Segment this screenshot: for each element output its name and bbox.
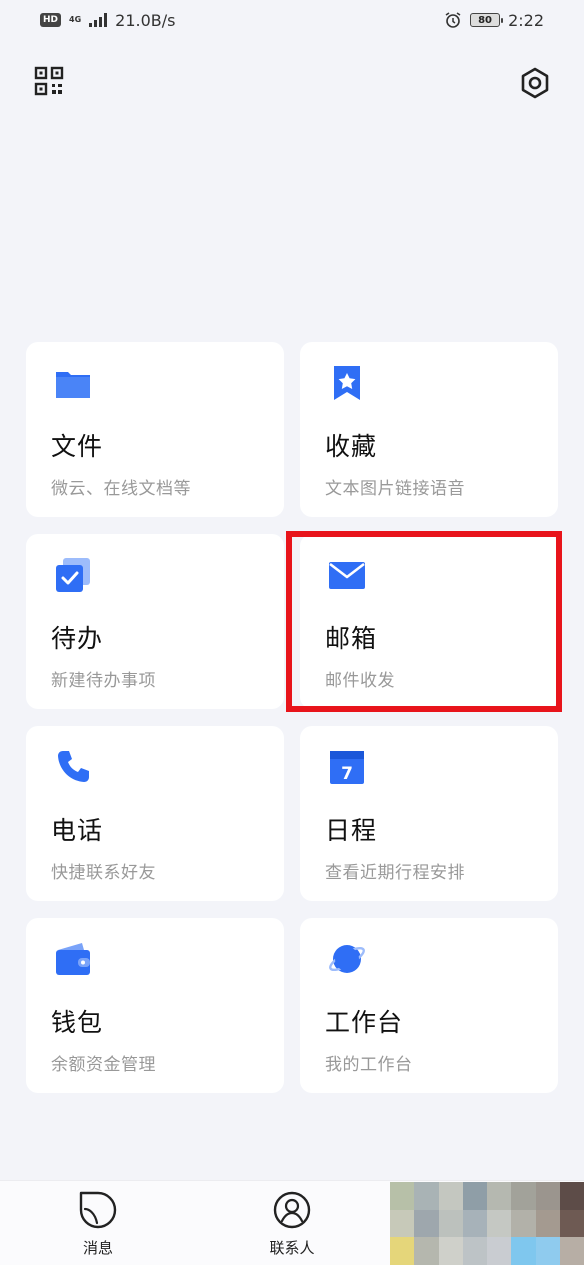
card-subtitle: 邮件收发 [325, 671, 395, 691]
phone-icon [58, 751, 89, 782]
card-mailbox[interactable]: 邮箱 邮件收发 [300, 534, 558, 709]
battery-icon: 80 [470, 13, 504, 27]
card-workbench[interactable]: 工作台 我的工作台 [300, 918, 558, 1093]
todo-check-icon [56, 558, 90, 592]
hd-badge: HD [40, 13, 62, 27]
card-todo[interactable]: 待办 新建待办事项 [26, 534, 284, 709]
card-subtitle: 快捷联系好友 [51, 863, 156, 883]
planet-icon [329, 945, 365, 973]
network-type: 4G [69, 15, 82, 24]
card-phone[interactable]: 电话 快捷联系好友 [26, 726, 284, 901]
card-subtitle: 新建待办事项 [51, 671, 156, 691]
card-subtitle: 文本图片链接语音 [325, 479, 465, 499]
calendar-day: 7 [341, 764, 353, 784]
nav-label: 联系人 [269, 1239, 315, 1257]
tab-messages[interactable]: 消息 [53, 1191, 143, 1258]
card-schedule[interactable]: 7 日程 查看近期行程安排 [300, 726, 558, 901]
card-favorites[interactable]: 收藏 文本图片链接语音 [300, 342, 558, 517]
clock: 2:22 [508, 10, 544, 30]
card-title: 邮箱 [325, 624, 378, 653]
message-icon [79, 1191, 117, 1229]
card-title: 工作台 [325, 1008, 404, 1037]
contacts-icon [273, 1191, 311, 1229]
card-title: 电话 [51, 816, 104, 845]
nav-label: 消息 [82, 1239, 113, 1257]
card-wallet[interactable]: 钱包 余额资金管理 [26, 918, 284, 1093]
settings-button[interactable] [518, 66, 552, 100]
alarm-icon [445, 12, 461, 28]
card-files[interactable]: 文件 微云、在线文档等 [26, 342, 284, 517]
qr-code-button[interactable] [34, 66, 64, 96]
status-left: HD 4G 21.0B/s [40, 11, 175, 30]
status-bar: HD 4G 21.0B/s 80 2:22 [0, 0, 584, 40]
card-title: 日程 [325, 816, 378, 845]
card-subtitle: 查看近期行程安排 [325, 863, 465, 883]
card-subtitle: 余额资金管理 [51, 1055, 156, 1075]
card-title: 待办 [51, 624, 104, 653]
card-title: 文件 [51, 432, 104, 461]
network-speed: 21.0B/s [115, 10, 176, 30]
signal-icon [89, 13, 108, 27]
calendar-icon: 7 [330, 751, 364, 784]
pixelated-overlay [390, 1182, 584, 1265]
wallet-icon [56, 943, 90, 975]
qr-code-icon [34, 66, 64, 96]
card-title: 收藏 [325, 432, 378, 461]
mail-icon [329, 562, 365, 589]
bookmark-star-icon [334, 366, 360, 400]
gear-icon [521, 67, 549, 99]
folder-icon [56, 372, 90, 398]
card-title: 钱包 [51, 1008, 104, 1037]
card-subtitle: 我的工作台 [325, 1055, 413, 1075]
tab-contacts[interactable]: 联系人 [247, 1191, 337, 1258]
status-right: 80 2:22 [444, 11, 544, 30]
card-subtitle: 微云、在线文档等 [51, 479, 191, 499]
